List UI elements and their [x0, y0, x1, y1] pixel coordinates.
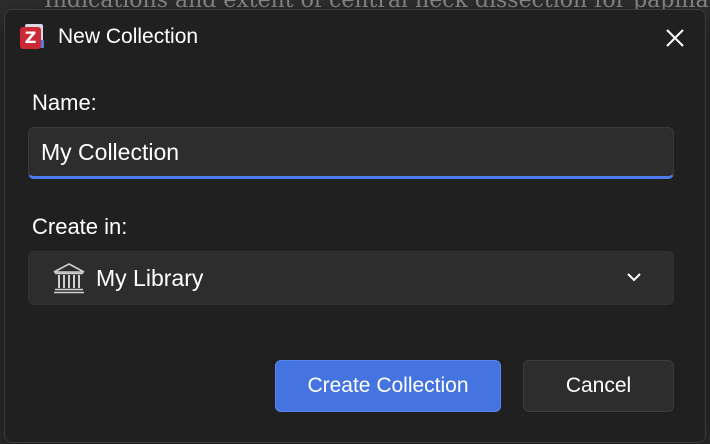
name-label: Name:	[32, 90, 97, 115]
library-icon	[53, 263, 85, 294]
create-in-label: Create in:	[32, 214, 128, 239]
new-collection-dialog: Z New Collection Name: Create in: My Lib…	[4, 9, 706, 443]
create-collection-button[interactable]: Create Collection	[275, 360, 501, 412]
chevron-down-icon	[627, 273, 641, 282]
create-in-value: My Library	[96, 265, 204, 291]
cancel-button[interactable]: Cancel	[523, 360, 674, 412]
close-icon	[666, 29, 684, 47]
create-in-select[interactable]: My Library	[28, 251, 674, 305]
dialog-titlebar: Z New Collection	[5, 10, 705, 66]
name-input[interactable]	[28, 127, 674, 179]
zotero-app-icon: Z	[19, 24, 45, 50]
dialog-title: New Collection	[58, 25, 199, 48]
close-button[interactable]	[659, 22, 691, 54]
